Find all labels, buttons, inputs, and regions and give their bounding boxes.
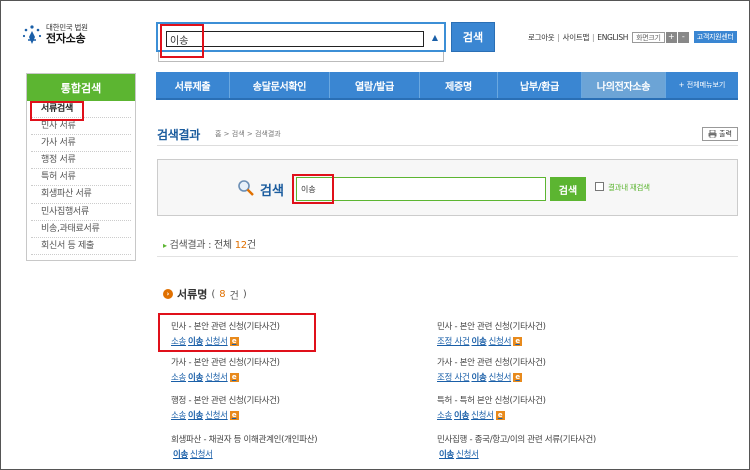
doc-category: 행정 - 본안 관련 신청(기타사건) [171,396,280,406]
doc-category: 가사 - 본안 관련 신청(기타사건) [171,358,280,368]
caret-up-icon[interactable]: ▲ [432,33,438,42]
sidebar-item-family[interactable]: 가사 서류 [31,135,131,153]
util-separator: | [592,32,595,42]
doc-highlight: 이송 [188,411,204,421]
sidebar-item-admin[interactable]: 행정 서류 [31,152,131,170]
main-nav: 서류제출 송달문서확인 열람/발급 제증명 납부/환급 나의전자소송 + 전체메… [156,72,738,100]
doc-link[interactable]: 이송 신청서 [171,448,317,460]
english-link[interactable]: ENGLISH [597,33,628,42]
e-form-icon[interactable]: e [229,410,239,420]
customer-center-button[interactable]: 고객지원센터 [693,31,737,43]
court-emblem-icon [22,25,42,44]
doc-category: 회생파산 - 채권자 등 이해관계인(개인파산) [171,435,318,445]
doc-item: 회생파산 - 채권자 등 이해관계인(개인파산) 이송 신청서 [171,433,318,460]
top-search-button[interactable]: 검색 [451,22,495,52]
printer-icon [708,130,717,138]
section-title: › 서류명 (8 건) [163,286,247,302]
triangle-right-icon: ▸ [163,241,167,250]
sidebar-item-bankruptcy[interactable]: 회생파산 서류 [31,186,131,204]
doc-highlight: 이송 [173,450,189,460]
section-count: 8 [219,288,226,300]
doc-link[interactable]: 소송 이송 신청서 e [171,371,280,383]
doc-highlight: 이송 [188,373,204,383]
within-results-checkbox[interactable] [595,182,604,191]
sidebar-item-non-contentious[interactable]: 비송,과태료서류 [31,221,131,238]
doc-highlight: 이송 [439,450,455,460]
section-count-tail: 건 [229,290,239,302]
nav-item-my-ecourt[interactable]: 나의전자소송 [582,72,666,98]
font-decrease-button[interactable]: - [677,31,689,43]
nav-item-delivery[interactable]: 송달문서확인 [230,72,330,98]
e-form-icon[interactable]: e [513,336,523,346]
e-form-icon[interactable]: e [495,410,505,420]
breadcrumb: 홈 > 검색 > 검색결과 [215,130,281,138]
doc-item: 민사 - 본안 관련 신청(기타사건) 조정 사건 이송 신청서 e [437,320,546,347]
result-suffix: 건 [246,240,256,251]
font-increase-button[interactable]: + [665,31,677,43]
doc-category: 민사 - 본안 관련 신청(기타사건) [437,322,546,332]
utility-links: 로그아웃 | 사이트맵 | ENGLISH 화면크기 + - 고객지원센터 [528,31,737,43]
search-label: 검색 [260,184,284,199]
section-title-text: 서류명 [177,288,208,301]
e-form-icon[interactable]: e [513,372,523,382]
result-num: 12 [234,240,247,251]
doc-category: 가사 - 본안 관련 신청(기타사건) [437,358,546,368]
nav-item-certificate[interactable]: 제증명 [420,72,498,98]
doc-link[interactable]: 조정 사건 이송 신청서 e [437,335,546,347]
doc-highlight: 이송 [471,337,487,347]
doc-item: 가사 - 본안 관련 신청(기타사건) 소송 이송 신청서 e [171,356,280,383]
highlight-box-doc [158,313,316,352]
doc-link[interactable]: 조정 사건 이송 신청서 e [437,371,546,383]
sitemap-link[interactable]: 사이트맵 [563,32,590,43]
logo-line2: 전자소송 [46,31,86,45]
doc-category: 민사집행 - 종국/항고/이의 관련 서류(기타사건) [437,435,596,445]
bullet-arrow-icon: › [163,289,173,299]
within-results-label: 결과내 재검색 [608,183,650,192]
highlight-box-sidebar [30,101,84,121]
print-label: 출력 [719,130,732,138]
all-menu-button[interactable]: + 전체메뉴보기 [666,72,738,98]
sidebar-title: 통합검색 [27,74,135,101]
doc-highlight: 이송 [454,411,470,421]
doc-item: 가사 - 본안 관련 신청(기타사건) 조정 사건 이송 신청서 e [437,356,546,383]
util-separator: | [557,32,560,42]
magnifier-icon [238,180,254,196]
result-search-panel: 검색 이송 검색 결과내 재검색 [157,159,738,216]
nav-item-view-issue[interactable]: 열람/발급 [330,72,420,98]
count-divider [157,256,738,257]
doc-item: 행정 - 본안 관련 신청(기타사건) 소송 이송 신청서 e [171,394,280,421]
print-button[interactable]: 출력 [702,127,738,141]
site-logo[interactable]: 대한민국 법원 전자소송 [22,24,88,46]
sidebar-item-reply[interactable]: 회신서 등 제출 [31,238,131,255]
top-search-input[interactable] [166,31,424,47]
title-divider [157,145,738,146]
doc-link[interactable]: 이송 신청서 [437,448,596,460]
sidebar-item-civil-exec[interactable]: 민사집행서류 [31,204,131,221]
doc-item: 특허 - 특허 본안 신청(기타사건) 소송 이송 신청서 e [437,394,546,421]
e-form-icon[interactable]: e [229,372,239,382]
result-count: ▸ 검색결과 : 전체 12건 [163,236,256,251]
result-prefix: 검색결과 : 전체 [169,240,235,251]
doc-link[interactable]: 소송 이송 신청서 e [171,409,280,421]
doc-link[interactable]: 소송 이송 신청서 e [437,409,546,421]
font-size-label: 화면크기 [632,31,665,43]
nav-item-payment[interactable]: 납부/환급 [498,72,582,98]
doc-highlight: 이송 [471,373,487,383]
highlight-box-top-search [160,24,204,58]
logout-link[interactable]: 로그아웃 [528,32,555,43]
highlight-box-result-search [292,174,334,204]
sidebar-item-patent[interactable]: 특허 서류 [31,169,131,187]
page-title: 검색결과 [157,128,200,142]
doc-category: 특허 - 특허 본안 신청(기타사건) [437,396,546,406]
doc-item: 민사집행 - 종국/항고/이의 관련 서류(기타사건) 이송 신청서 [437,433,596,460]
result-search-button[interactable]: 검색 [550,177,586,201]
nav-item-submit[interactable]: 서류제출 [156,72,230,98]
